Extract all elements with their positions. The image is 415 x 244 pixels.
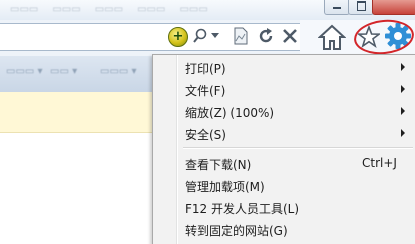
menu-item-label: 管理加载项(M): [185, 180, 265, 194]
menu-item-label: 查看下载(N): [185, 158, 252, 172]
menu-item-safety[interactable]: 安全(S): [153, 122, 415, 144]
menu-item-zoom[interactable]: 缩放(Z) (100%): [153, 100, 415, 122]
menu-item-pinned-sites[interactable]: 转到固定的网站(G): [153, 218, 415, 240]
tools-menu: 打印(P) 文件(F) 缩放(Z) (100%) 安全(S) 查看下载(N) C…: [152, 54, 415, 244]
blurred-menu-text: ▭▭▭: [52, 3, 81, 15]
info-bar: [0, 92, 160, 133]
refresh-icon[interactable]: [256, 26, 276, 46]
blurred-menu-text: ▭▭▭: [137, 3, 166, 15]
page-content: [0, 133, 160, 243]
blurred-menu-text: ▭▭▭: [94, 3, 124, 15]
submenu-arrow-icon: [401, 63, 405, 71]
chevron-down-icon[interactable]: [210, 30, 220, 42]
blurred-toolbar-text: ▭▭▭ ▾: [100, 66, 137, 77]
blurred-menu-text: ▭▭▭: [179, 3, 208, 15]
blurred-menu-text: ▭▭▭: [10, 3, 39, 15]
broken-page-icon[interactable]: [232, 26, 250, 46]
blurred-toolbar-text: ▭▭▭ ▾: [6, 66, 43, 77]
command-bar: ▭▭▭ ▾ ▭▭ ▾ ▭▭▭ ▾: [0, 56, 160, 93]
menu-item-label: 打印(P): [185, 62, 226, 76]
menu-item-shortcut: Ctrl+J: [362, 156, 397, 170]
menu-item-f12-dev-tools[interactable]: F12 开发人员工具(L): [153, 196, 415, 218]
home-icon[interactable]: [317, 24, 347, 53]
menu-item-label: F12 开发人员工具(L): [185, 202, 300, 216]
close-window-button[interactable]: [372, 0, 415, 15]
menu-item-print[interactable]: 打印(P): [153, 56, 415, 78]
menu-item-label: 转到固定的网站(G): [185, 224, 288, 238]
menu-bar-blurred: ▭▭▭ ▭▭▭ ▭▭▭ ▭▭▭ ▭▭▭: [0, 0, 330, 18]
menu-item-file[interactable]: 文件(F): [153, 78, 415, 100]
stop-icon[interactable]: [280, 26, 300, 46]
compatibility-view-icon[interactable]: +: [168, 27, 188, 47]
search-icon[interactable]: [190, 27, 210, 45]
menu-item-label: 安全(S): [185, 128, 226, 142]
menu-item-view-downloads[interactable]: 查看下载(N) Ctrl+J: [153, 152, 415, 174]
minimize-button[interactable]: [324, 0, 350, 15]
menu-item-manage-addons[interactable]: 管理加载项(M): [153, 174, 415, 196]
menu-item-label: 缩放(Z) (100%): [185, 106, 275, 120]
blurred-toolbar-text: ▭▭ ▾: [50, 66, 78, 77]
submenu-arrow-icon: [401, 107, 405, 115]
submenu-arrow-icon: [401, 85, 405, 93]
menu-item-label: 文件(F): [185, 84, 226, 98]
menu-separator: [183, 147, 413, 149]
submenu-arrow-icon: [401, 129, 405, 137]
maximize-button[interactable]: [348, 0, 374, 15]
